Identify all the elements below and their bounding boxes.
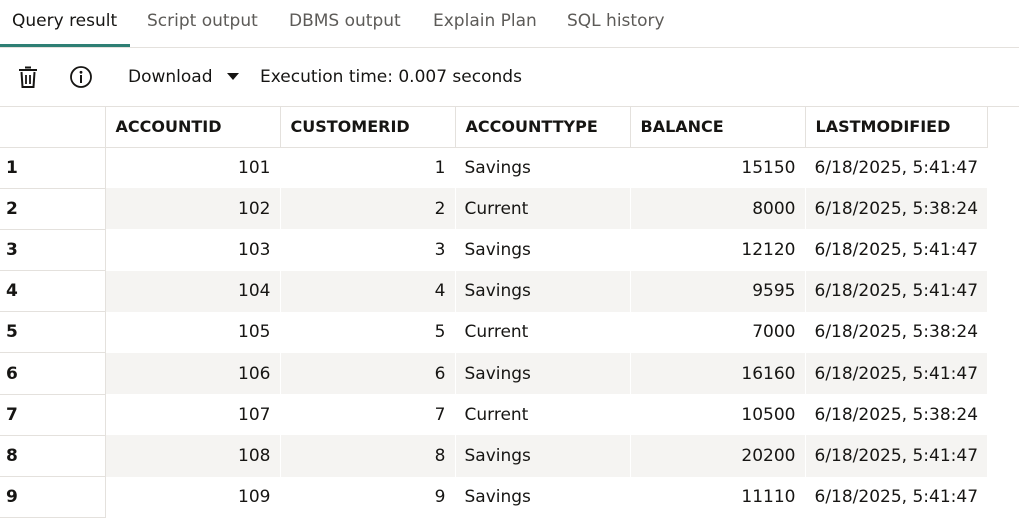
cell-accountid[interactable]: 105 xyxy=(105,311,281,353)
trash-icon[interactable] xyxy=(15,64,41,90)
cell-customerid[interactable]: 6 xyxy=(280,352,456,395)
cell-accounttype[interactable]: Current xyxy=(455,311,631,353)
cell-lastmodified[interactable]: 6/18/2025, 5:41:47 xyxy=(805,147,989,189)
cell-balance[interactable]: 12120 xyxy=(630,229,806,271)
cell-accounttype[interactable]: Savings xyxy=(455,476,631,518)
cell-lastmodified[interactable]: 6/18/2025, 5:38:24 xyxy=(805,311,989,353)
cell-balance[interactable]: 10500 xyxy=(630,394,806,436)
row-number: 8 xyxy=(0,435,106,478)
active-tab-indicator xyxy=(0,44,130,47)
row-number-header xyxy=(0,107,106,148)
tab-query-result[interactable]: Query result xyxy=(12,0,117,48)
tab-dbms-output[interactable]: DBMS output xyxy=(289,0,401,48)
cell-accounttype[interactable]: Savings xyxy=(455,352,631,395)
table-row[interactable]: 2 102 2 Current 8000 6/18/2025, 5:38:24 xyxy=(0,188,989,230)
cell-accountid[interactable]: 107 xyxy=(105,394,281,436)
row-number: 4 xyxy=(0,270,106,313)
cell-lastmodified[interactable]: 6/18/2025, 5:38:24 xyxy=(805,394,989,436)
row-number: 7 xyxy=(0,394,106,436)
cell-balance[interactable]: 15150 xyxy=(630,147,806,189)
execution-time: Execution time: 0.007 seconds xyxy=(260,67,522,87)
cell-accountid[interactable]: 106 xyxy=(105,352,281,395)
results-grid: ACCOUNTID CUSTOMERID ACCOUNTTYPE BALANCE… xyxy=(0,107,1019,520)
cell-balance[interactable]: 20200 xyxy=(630,435,806,477)
cell-accountid[interactable]: 108 xyxy=(105,435,281,477)
table-row[interactable]: 9 109 9 Savings 11110 6/18/2025, 5:41:47 xyxy=(0,476,989,519)
column-header-lastmodified[interactable]: LASTMODIFIED xyxy=(805,107,989,148)
cell-customerid[interactable]: 7 xyxy=(280,394,456,436)
table-row[interactable]: 4 104 4 Savings 9595 6/18/2025, 5:41:47 xyxy=(0,270,989,313)
cell-lastmodified[interactable]: 6/18/2025, 5:38:24 xyxy=(805,188,989,230)
row-number: 5 xyxy=(0,311,106,354)
cell-customerid[interactable]: 8 xyxy=(280,435,456,477)
result-tabs: Query result Script output DBMS output E… xyxy=(0,0,1019,48)
row-number: 9 xyxy=(0,476,106,519)
result-toolbar: Download Execution time: 0.007 seconds xyxy=(0,49,1019,107)
cell-lastmodified[interactable]: 6/18/2025, 5:41:47 xyxy=(805,476,989,518)
row-number: 1 xyxy=(0,147,106,189)
tab-script-output[interactable]: Script output xyxy=(147,0,258,48)
cell-accounttype[interactable]: Savings xyxy=(455,435,631,477)
cell-lastmodified[interactable]: 6/18/2025, 5:41:47 xyxy=(805,229,989,271)
cell-accounttype[interactable]: Savings xyxy=(455,270,631,312)
cell-customerid[interactable]: 9 xyxy=(280,476,456,518)
cell-accounttype[interactable]: Current xyxy=(455,188,631,230)
table-header-row: ACCOUNTID CUSTOMERID ACCOUNTTYPE BALANCE… xyxy=(0,107,989,148)
cell-accountid[interactable]: 101 xyxy=(105,147,281,189)
row-number: 6 xyxy=(0,352,106,395)
cell-customerid[interactable]: 4 xyxy=(280,270,456,312)
cell-customerid[interactable]: 3 xyxy=(280,229,456,271)
cell-accounttype[interactable]: Savings xyxy=(455,229,631,271)
cell-balance[interactable]: 11110 xyxy=(630,476,806,518)
table-row[interactable]: 8 108 8 Savings 20200 6/18/2025, 5:41:47 xyxy=(0,435,989,478)
cell-balance[interactable]: 7000 xyxy=(630,311,806,353)
cell-accounttype[interactable]: Savings xyxy=(455,147,631,189)
column-header-accountid[interactable]: ACCOUNTID xyxy=(105,107,281,148)
table-row[interactable]: 3 103 3 Savings 12120 6/18/2025, 5:41:47 xyxy=(0,229,989,272)
info-icon[interactable] xyxy=(68,64,94,90)
row-number: 2 xyxy=(0,188,106,230)
chevron-down-icon[interactable] xyxy=(227,73,239,80)
cell-accountid[interactable]: 103 xyxy=(105,229,281,271)
cell-balance[interactable]: 8000 xyxy=(630,188,806,230)
cell-lastmodified[interactable]: 6/18/2025, 5:41:47 xyxy=(805,435,989,477)
table-row[interactable]: 6 106 6 Savings 16160 6/18/2025, 5:41:47 xyxy=(0,352,989,395)
column-header-balance[interactable]: BALANCE xyxy=(630,107,806,148)
table-row[interactable]: 5 105 5 Current 7000 6/18/2025, 5:38:24 xyxy=(0,311,989,354)
cell-accountid[interactable]: 104 xyxy=(105,270,281,312)
cell-customerid[interactable]: 2 xyxy=(280,188,456,230)
cell-balance[interactable]: 9595 xyxy=(630,270,806,312)
cell-balance[interactable]: 16160 xyxy=(630,352,806,395)
cell-accountid[interactable]: 109 xyxy=(105,476,281,518)
tab-sql-history[interactable]: SQL history xyxy=(567,0,665,48)
row-number: 3 xyxy=(0,229,106,272)
cell-accountid[interactable]: 102 xyxy=(105,188,281,230)
cell-accounttype[interactable]: Current xyxy=(455,394,631,436)
table-row[interactable]: 1 101 1 Savings 15150 6/18/2025, 5:41:47 xyxy=(0,147,989,189)
table-row[interactable]: 7 107 7 Current 10500 6/18/2025, 5:38:24 xyxy=(0,394,989,436)
cell-lastmodified[interactable]: 6/18/2025, 5:41:47 xyxy=(805,270,989,312)
cell-lastmodified[interactable]: 6/18/2025, 5:41:47 xyxy=(805,352,989,395)
results-table: ACCOUNTID CUSTOMERID ACCOUNTTYPE BALANCE… xyxy=(0,107,989,519)
download-button[interactable]: Download xyxy=(128,65,213,89)
column-header-accounttype[interactable]: ACCOUNTTYPE xyxy=(455,107,631,148)
cell-customerid[interactable]: 1 xyxy=(280,147,456,189)
column-header-customerid[interactable]: CUSTOMERID xyxy=(280,107,456,148)
cell-customerid[interactable]: 5 xyxy=(280,311,456,353)
tab-explain-plan[interactable]: Explain Plan xyxy=(433,0,537,48)
